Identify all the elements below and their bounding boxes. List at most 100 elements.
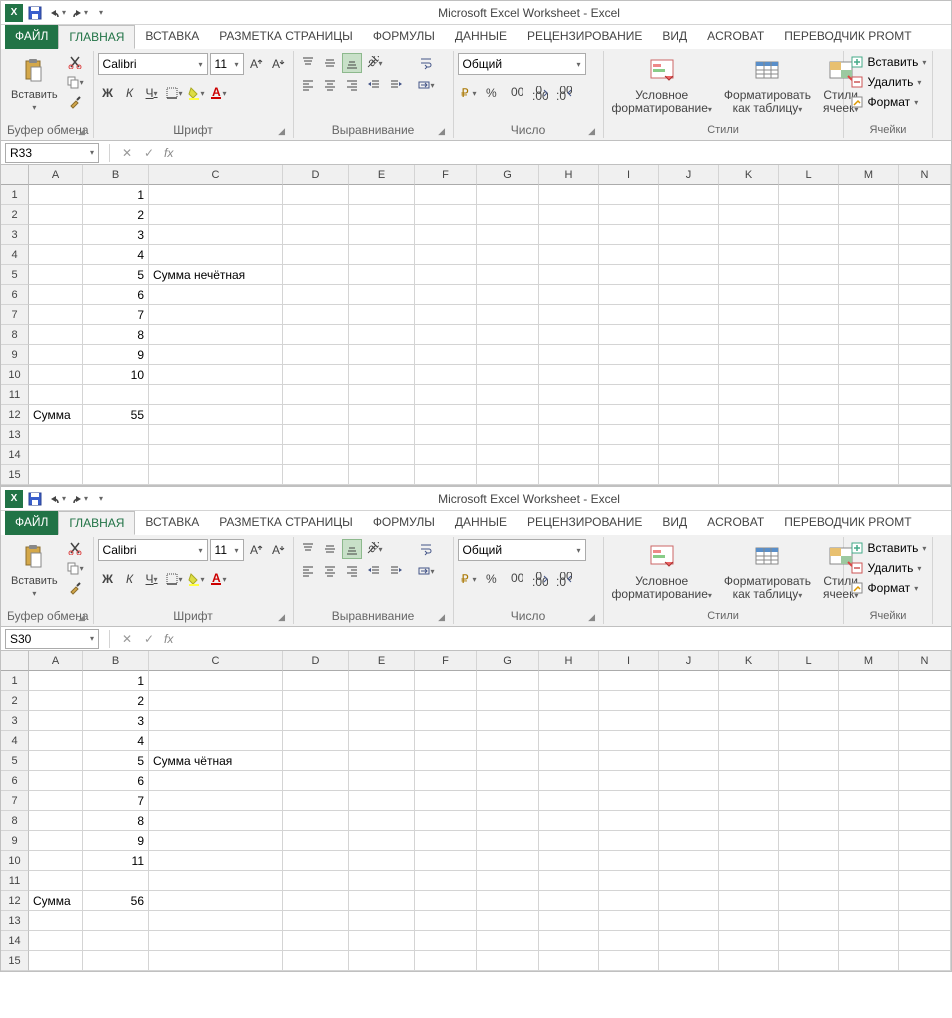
cell[interactable]	[779, 225, 839, 245]
cell[interactable]	[539, 951, 599, 971]
cell[interactable]	[539, 811, 599, 831]
cell[interactable]	[899, 445, 951, 465]
cell[interactable]: 55	[83, 405, 149, 425]
cell[interactable]	[349, 851, 415, 871]
cell[interactable]	[415, 731, 477, 751]
cell[interactable]	[477, 365, 539, 385]
increase-font-icon[interactable]: A	[246, 540, 266, 560]
cell[interactable]	[659, 425, 719, 445]
col-header[interactable]: N	[899, 165, 951, 185]
cell[interactable]	[539, 771, 599, 791]
row-header[interactable]: 6	[1, 771, 29, 791]
format-painter-icon[interactable]	[66, 93, 84, 111]
cell[interactable]	[415, 851, 477, 871]
indent-inc-icon[interactable]	[386, 75, 406, 95]
cell[interactable]	[719, 305, 779, 325]
cell[interactable]	[839, 911, 899, 931]
cell[interactable]	[539, 445, 599, 465]
row-header[interactable]: 2	[1, 205, 29, 225]
cell[interactable]	[415, 405, 477, 425]
cell[interactable]: 3	[83, 711, 149, 731]
cell[interactable]	[899, 871, 951, 891]
cell[interactable]	[659, 831, 719, 851]
cell[interactable]	[899, 365, 951, 385]
cell[interactable]	[539, 385, 599, 405]
cell[interactable]	[779, 791, 839, 811]
cell[interactable]	[899, 811, 951, 831]
cell[interactable]	[149, 671, 283, 691]
cell[interactable]	[899, 671, 951, 691]
col-header[interactable]: K	[719, 651, 779, 671]
cell[interactable]	[599, 691, 659, 711]
tab-layout[interactable]: РАЗМЕТКА СТРАНИЦЫ	[209, 511, 363, 535]
col-header[interactable]: H	[539, 165, 599, 185]
align-bottom-icon[interactable]	[342, 53, 362, 73]
cell[interactable]	[283, 871, 349, 891]
row-header[interactable]: 5	[1, 751, 29, 771]
cell[interactable]	[659, 365, 719, 385]
cell[interactable]	[539, 345, 599, 365]
cell[interactable]	[415, 225, 477, 245]
cell[interactable]	[29, 245, 83, 265]
row-header[interactable]: 9	[1, 345, 29, 365]
cell[interactable]	[149, 731, 283, 751]
cell[interactable]	[659, 225, 719, 245]
cell[interactable]	[349, 891, 415, 911]
cell[interactable]	[719, 691, 779, 711]
cell[interactable]	[839, 205, 899, 225]
comma-icon[interactable]: 000	[506, 83, 526, 103]
cell[interactable]	[349, 345, 415, 365]
decrease-font-icon[interactable]: A	[268, 54, 288, 74]
cell[interactable]	[415, 931, 477, 951]
cell[interactable]	[415, 891, 477, 911]
align-top-icon[interactable]	[298, 539, 318, 559]
cell[interactable]	[719, 465, 779, 485]
cell[interactable]	[149, 405, 283, 425]
cell[interactable]: 1	[83, 185, 149, 205]
cell[interactable]	[599, 325, 659, 345]
cell[interactable]	[719, 205, 779, 225]
cell[interactable]: Сумма нечётная	[149, 265, 283, 285]
conditional-format-button[interactable]: Условное форматирование▾	[608, 539, 716, 604]
cell[interactable]	[477, 205, 539, 225]
row-header[interactable]: 4	[1, 731, 29, 751]
number-format-select[interactable]: Общий▾	[458, 53, 586, 75]
cell[interactable]	[719, 811, 779, 831]
cell[interactable]	[349, 791, 415, 811]
cell[interactable]	[599, 445, 659, 465]
cell[interactable]	[599, 671, 659, 691]
cell[interactable]	[477, 931, 539, 951]
format-painter-icon[interactable]	[66, 579, 84, 597]
cell[interactable]	[839, 465, 899, 485]
cell[interactable]	[599, 265, 659, 285]
col-header[interactable]: M	[839, 651, 899, 671]
cell[interactable]	[599, 731, 659, 751]
cell[interactable]	[415, 691, 477, 711]
align-right-icon[interactable]	[342, 561, 362, 581]
cell[interactable]	[839, 345, 899, 365]
cell[interactable]	[839, 385, 899, 405]
align-center-icon[interactable]	[320, 561, 340, 581]
tab-file[interactable]: ФАЙЛ	[5, 511, 58, 535]
cell[interactable]	[477, 811, 539, 831]
cell[interactable]	[719, 731, 779, 751]
cell[interactable]	[779, 185, 839, 205]
bold-button[interactable]: Ж	[98, 83, 118, 103]
cell[interactable]	[539, 185, 599, 205]
cell[interactable]	[149, 791, 283, 811]
cell[interactable]	[415, 831, 477, 851]
name-box[interactable]: R33▾	[5, 143, 99, 163]
align-left-icon[interactable]	[298, 75, 318, 95]
cell[interactable]	[779, 891, 839, 911]
cell[interactable]	[477, 265, 539, 285]
col-header[interactable]: B	[83, 165, 149, 185]
cell[interactable]	[599, 911, 659, 931]
cell[interactable]	[539, 851, 599, 871]
cell[interactable]	[659, 891, 719, 911]
cell[interactable]	[719, 385, 779, 405]
percent-icon[interactable]: %	[482, 569, 502, 589]
cell[interactable]	[29, 225, 83, 245]
cell[interactable]	[899, 465, 951, 485]
cell[interactable]	[659, 791, 719, 811]
align-launcher-icon[interactable]: ◢	[435, 610, 449, 624]
